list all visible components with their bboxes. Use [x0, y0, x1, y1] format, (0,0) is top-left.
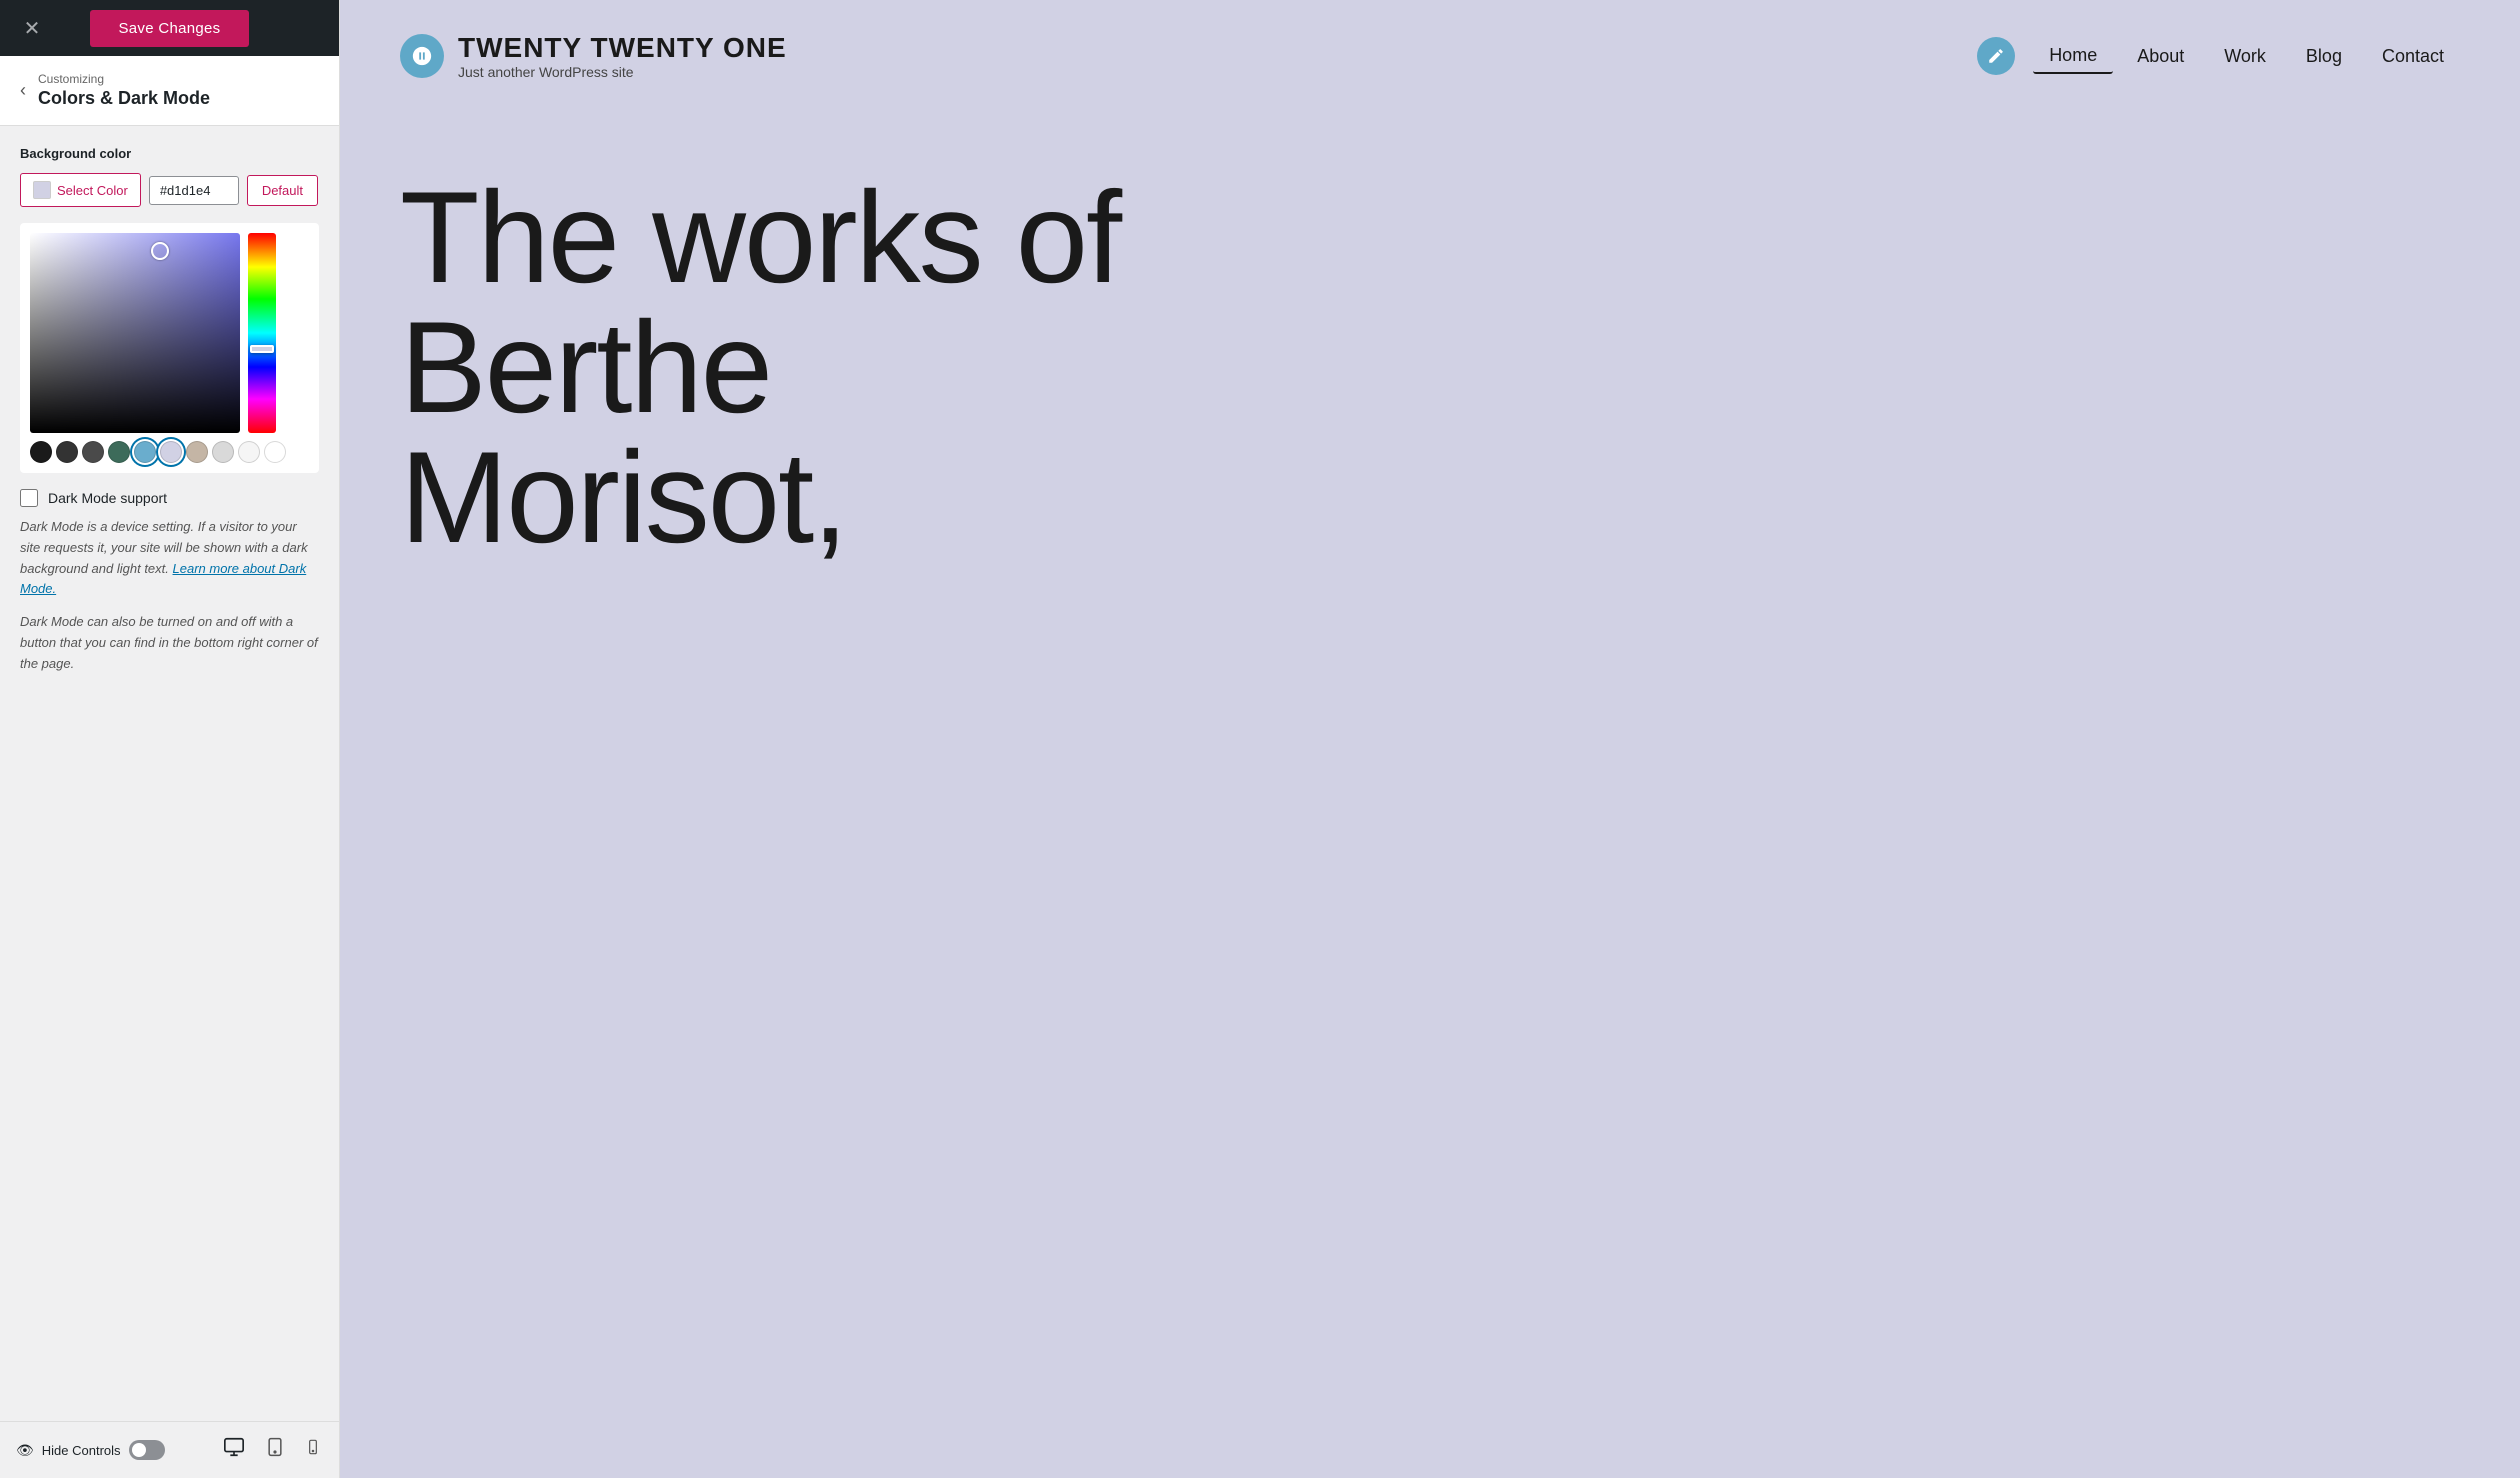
saturation-brightness-canvas[interactable] [30, 233, 240, 433]
swatch-black[interactable] [30, 441, 52, 463]
nav-menu: Home About Work Blog Contact [1977, 37, 2460, 75]
dark-mode-description-2: Dark Mode can also be turned on and off … [20, 612, 319, 674]
select-color-button[interactable]: Select Color [20, 173, 141, 207]
color-picker-area [20, 223, 319, 473]
panel-content: Background color Select Color Default [0, 126, 339, 1421]
tablet-device-button[interactable] [263, 1434, 287, 1466]
top-bar: ✕ Save Changes [0, 0, 339, 56]
nav-home[interactable]: Home [2033, 39, 2113, 74]
eye-icon: 👁 [16, 1442, 34, 1459]
hero-line-1: The works of [400, 172, 2460, 302]
dark-mode-label[interactable]: Dark Mode support [48, 490, 167, 506]
dark-mode-checkbox[interactable] [20, 489, 38, 507]
close-button[interactable]: ✕ [16, 12, 48, 44]
background-color-label: Background color [20, 146, 319, 161]
hue-slider[interactable] [248, 233, 276, 433]
hue-handle [250, 345, 274, 353]
site-tagline: Just another WordPress site [458, 64, 787, 80]
hide-controls-button[interactable]: 👁 Hide Controls [16, 1440, 165, 1460]
swatch-tan[interactable] [186, 441, 208, 463]
nav-pencil-icon [1977, 37, 2015, 75]
site-header: TWENTY TWENTY ONE Just another WordPress… [340, 0, 2520, 112]
swatch-light-gray[interactable] [212, 441, 234, 463]
dark-mode-row: Dark Mode support [20, 489, 319, 507]
nav-blog[interactable]: Blog [2290, 40, 2358, 73]
picker-handle [151, 242, 169, 260]
site-logo-icon [400, 34, 444, 78]
color-swatch-preview [33, 181, 51, 199]
panel-title-group: Customizing Colors & Dark Mode [38, 72, 210, 109]
panel-subtitle: Customizing [38, 72, 210, 86]
back-button[interactable]: ‹ [20, 80, 26, 101]
hex-color-input[interactable] [149, 176, 239, 205]
toggle-knob [132, 1443, 146, 1457]
hero-line-3: Morisot, [400, 432, 2460, 562]
swatch-light-blue[interactable] [134, 441, 156, 463]
save-changes-button[interactable]: Save Changes [90, 10, 248, 47]
swatch-near-white[interactable] [238, 441, 260, 463]
site-branding-text: TWENTY TWENTY ONE Just another WordPress… [458, 32, 787, 80]
select-color-label: Select Color [57, 183, 128, 198]
hide-controls-label: Hide Controls [42, 1443, 121, 1458]
desktop-device-button[interactable] [221, 1434, 247, 1466]
nav-contact[interactable]: Contact [2366, 40, 2460, 73]
hero-text: The works of Berthe Morisot, [400, 172, 2460, 562]
nav-about[interactable]: About [2121, 40, 2200, 73]
site-name: TWENTY TWENTY ONE [458, 32, 787, 64]
site-branding: TWENTY TWENTY ONE Just another WordPress… [400, 32, 787, 80]
dark-mode-description-1: Dark Mode is a device setting. If a visi… [20, 517, 319, 600]
color-controls-row: Select Color Default [20, 173, 319, 207]
mobile-device-button[interactable] [303, 1434, 323, 1466]
site-main: The works of Berthe Morisot, [340, 112, 2520, 602]
swatch-white[interactable] [264, 441, 286, 463]
panel-title: Colors & Dark Mode [38, 88, 210, 109]
nav-work[interactable]: Work [2208, 40, 2282, 73]
panel-header: ‹ Customizing Colors & Dark Mode [0, 56, 339, 126]
hero-line-2: Berthe [400, 302, 2460, 432]
bottom-bar: 👁 Hide Controls [0, 1421, 339, 1478]
swatch-light-purple[interactable] [160, 441, 182, 463]
swatch-medium-dark-gray[interactable] [82, 441, 104, 463]
site-preview: TWENTY TWENTY ONE Just another WordPress… [340, 0, 2520, 1478]
device-icon-group [221, 1434, 323, 1466]
swatch-dark-green[interactable] [108, 441, 130, 463]
picker-row [30, 233, 309, 433]
swatch-dark-gray[interactable] [56, 441, 78, 463]
customizer-panel: ✕ Save Changes ‹ Customizing Colors & Da… [0, 0, 340, 1478]
default-button[interactable]: Default [247, 175, 318, 206]
hide-controls-toggle[interactable] [129, 1440, 165, 1460]
color-swatches [30, 441, 309, 463]
